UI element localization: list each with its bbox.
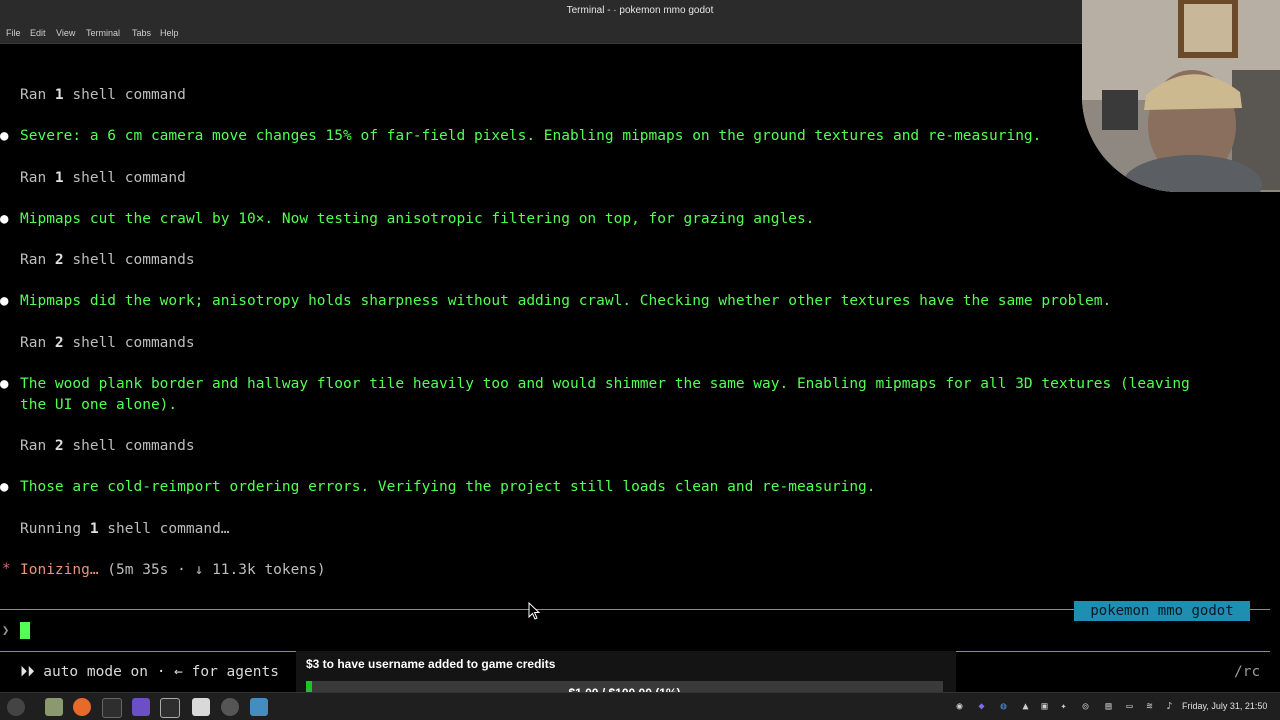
terminal-icon[interactable] bbox=[102, 698, 122, 718]
menu-help[interactable]: Help bbox=[160, 28, 179, 38]
assistant-message: Mipmaps did the work; anisotropy holds s… bbox=[20, 293, 1112, 309]
project-tag: pokemon mmo godot bbox=[1074, 601, 1250, 621]
tray-app-icon[interactable]: ◉ bbox=[954, 701, 965, 712]
rc-label: /rc bbox=[1234, 664, 1261, 680]
obs-icon[interactable] bbox=[132, 698, 150, 716]
tray-discord-icon[interactable]: ◆ bbox=[976, 701, 987, 712]
tray-printer-icon[interactable]: ▤ bbox=[1103, 701, 1114, 712]
volume-icon[interactable]: ♪ bbox=[1164, 701, 1175, 712]
bullet-icon: ● bbox=[0, 376, 9, 392]
tray-steam-icon[interactable]: ◎ bbox=[1080, 701, 1091, 712]
menu-file[interactable]: File bbox=[6, 28, 21, 38]
settings-icon[interactable] bbox=[221, 698, 239, 716]
tray-network-icon[interactable]: ◍ bbox=[998, 701, 1009, 712]
bullet-icon: ● bbox=[0, 293, 9, 309]
ran-line: Ran 2 shell commands bbox=[20, 252, 195, 268]
status-line: Ionizing… (5m 35s · ↓ 11.3k tokens) bbox=[20, 561, 326, 579]
prompt-chevron-icon: ❯ bbox=[2, 623, 10, 637]
spinner-icon: * bbox=[2, 561, 11, 577]
running-line: Running 1 shell command… bbox=[20, 521, 230, 537]
wifi-icon[interactable]: ≋ bbox=[1144, 701, 1155, 712]
assistant-message: Those are cold-reimport ordering errors.… bbox=[20, 479, 876, 495]
fast-forward-icon: ⏵⏵ bbox=[20, 664, 35, 680]
ran-line: Ran 1 shell command bbox=[20, 170, 186, 186]
mouse-pointer-icon bbox=[528, 602, 541, 620]
ran-line: Ran 2 shell commands bbox=[20, 438, 195, 454]
clock[interactable]: Friday, July 31, 21:50 bbox=[1182, 701, 1267, 711]
assistant-message: Severe: a 6 cm camera move changes 15% o… bbox=[20, 128, 1042, 144]
text-editor-icon[interactable] bbox=[192, 698, 210, 716]
assistant-message-continuation: the UI one alone). bbox=[20, 397, 178, 413]
bullet-icon: ● bbox=[0, 128, 9, 144]
bullet-icon: ● bbox=[0, 479, 9, 495]
input-cursor[interactable] bbox=[20, 622, 30, 639]
webcam-image bbox=[1082, 0, 1280, 192]
menu-icon[interactable] bbox=[7, 698, 25, 716]
firefox-icon[interactable] bbox=[73, 698, 91, 716]
status-info: (5m 35s · ↓ 11.3k tokens) bbox=[98, 562, 326, 578]
menu-tabs[interactable]: Tabs bbox=[132, 28, 151, 38]
auto-mode-indicator[interactable]: ⏵⏵ auto mode on · ← for agents bbox=[20, 664, 279, 680]
ran-line: Ran 1 shell command bbox=[20, 87, 186, 103]
tray-display-icon[interactable]: ▭ bbox=[1124, 701, 1135, 712]
donation-goal-title: $3 to have username added to game credit… bbox=[306, 657, 556, 671]
webcam-feed bbox=[1082, 0, 1280, 192]
godot-icon[interactable] bbox=[250, 698, 268, 716]
files-icon[interactable] bbox=[45, 698, 63, 716]
menu-edit[interactable]: Edit bbox=[30, 28, 46, 38]
ran-line: Ran 2 shell commands bbox=[20, 335, 195, 351]
assistant-message: The wood plank border and hallway floor … bbox=[20, 376, 1190, 392]
menu-terminal[interactable]: Terminal bbox=[86, 28, 120, 38]
status-verb: Ionizing… bbox=[20, 562, 99, 578]
bullet-icon: ● bbox=[0, 211, 9, 227]
assistant-message: Mipmaps cut the crawl by 10×. Now testin… bbox=[20, 211, 815, 227]
terminal-active-icon[interactable] bbox=[160, 698, 180, 718]
tray-update-icon[interactable]: ▲ bbox=[1020, 701, 1031, 712]
taskbar: ◉ ◆ ◍ ▲ ▣ ✦ ◎ ▤ ▭ ≋ ♪ Friday, July 31, 2… bbox=[0, 692, 1280, 720]
tray-settings-icon[interactable]: ✦ bbox=[1058, 701, 1069, 712]
menu-view[interactable]: View bbox=[56, 28, 75, 38]
tray-clipboard-icon[interactable]: ▣ bbox=[1039, 701, 1050, 712]
